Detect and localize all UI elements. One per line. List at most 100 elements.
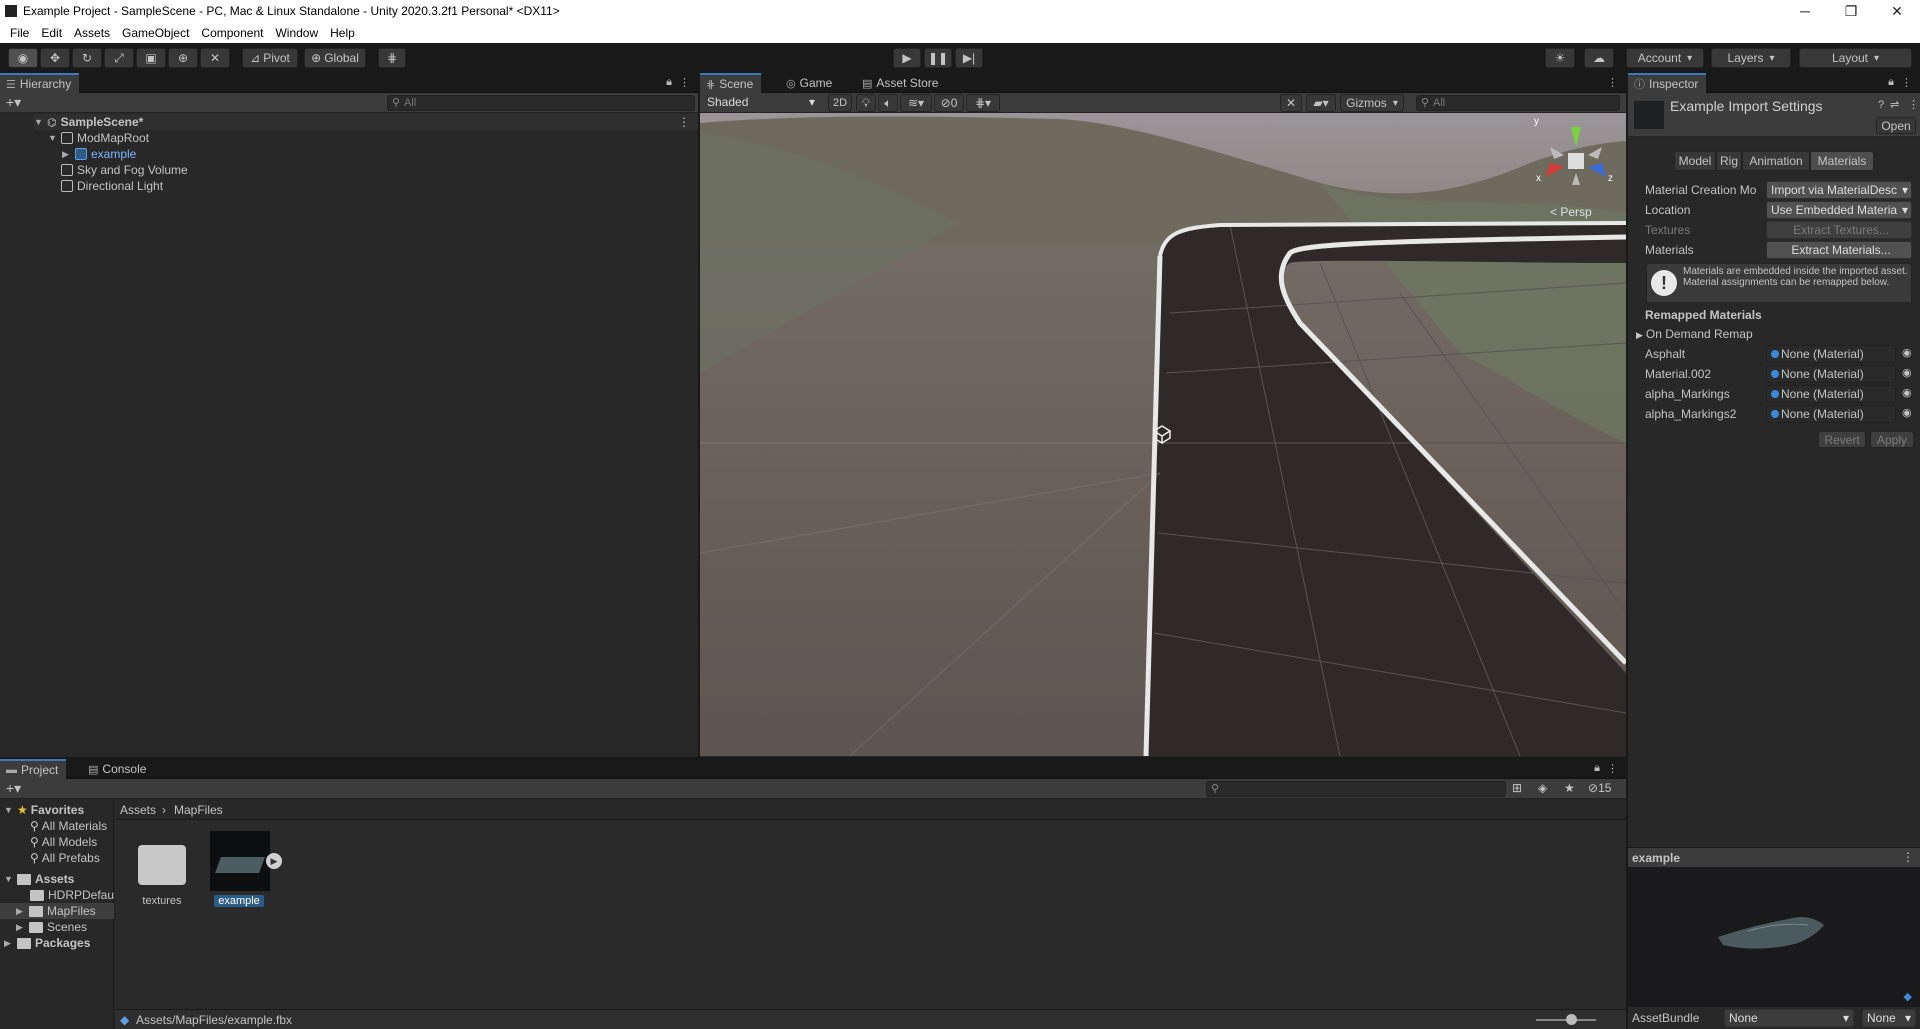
lock-icon[interactable]: 🔒︎ — [666, 76, 672, 89]
material-object-field[interactable]: None (Material) — [1766, 345, 1896, 363]
expand-arrow-icon[interactable]: ▼ — [48, 133, 58, 143]
services-button[interactable]: ☀ — [1545, 48, 1575, 68]
menu-help[interactable]: Help — [324, 26, 361, 40]
folder-item[interactable]: HDRPDefau — [30, 887, 114, 903]
menu-edit[interactable]: Edit — [35, 26, 68, 40]
breadcrumb-assets[interactable]: Assets — [120, 803, 156, 817]
material-object-field[interactable]: None (Material) — [1766, 385, 1896, 403]
menu-window[interactable]: Window — [269, 26, 324, 40]
tab-console[interactable]: ▤ Console — [82, 759, 154, 779]
kebab-menu-icon[interactable]: ⋮ — [1607, 76, 1618, 89]
filter-label-icon[interactable]: ◈ — [1538, 781, 1547, 795]
kebab-menu-icon[interactable]: ⋮ — [679, 76, 690, 89]
object-picker-icon[interactable]: ◉ — [1902, 346, 1912, 359]
material-object-field[interactable]: None (Material) — [1766, 405, 1896, 423]
hidden-objects-toggle[interactable]: ⊘ 0 — [934, 94, 964, 112]
tag-icon[interactable]: ◆ — [1904, 990, 1912, 1003]
rect-tool-button[interactable]: ▣ — [136, 48, 166, 68]
lock-icon[interactable]: 🔒︎ — [1594, 762, 1600, 775]
tab-inspector[interactable]: ⓘ Inspector — [1628, 73, 1707, 93]
open-button[interactable]: Open — [1876, 117, 1916, 134]
persp-label[interactable]: < Persp — [1550, 205, 1592, 219]
on-demand-remap-foldout[interactable]: ▶ On Demand Remap — [1636, 327, 1753, 341]
tab-animation[interactable]: Animation — [1742, 151, 1810, 171]
menu-file[interactable]: File — [4, 26, 35, 40]
assetbundle-variant-dropdown[interactable]: None ▾ — [1862, 1009, 1916, 1027]
location-dropdown[interactable]: Use Embedded Materia ▾ — [1766, 201, 1912, 219]
filter-type-icon[interactable]: ⊞ — [1512, 781, 1522, 795]
grid-snap-button[interactable]: ⋕ — [378, 48, 406, 68]
extract-textures-button[interactable]: Extract Textures... — [1766, 221, 1912, 239]
tab-game[interactable]: ◎ Game — [780, 73, 840, 93]
add-icon[interactable]: +▾ — [6, 780, 21, 797]
kebab-menu-icon[interactable]: ⋮ — [1901, 76, 1912, 89]
tab-project[interactable]: ▬ Project — [0, 759, 67, 779]
hierarchy-item-sky-fog[interactable]: Sky and Fog Volume — [61, 162, 188, 178]
add-icon[interactable]: +▾ — [6, 94, 21, 111]
assets-foldout[interactable]: ▼ Assets — [4, 871, 74, 887]
menu-assets[interactable]: Assets — [68, 26, 116, 40]
object-picker-icon[interactable]: ◉ — [1902, 386, 1912, 399]
menu-gameobject[interactable]: GameObject — [116, 26, 195, 40]
tab-model[interactable]: Model — [1674, 151, 1716, 171]
gizmos-dropdown[interactable]: Gizmos — [1340, 94, 1404, 112]
close-icon[interactable]: ✕ — [1874, 3, 1920, 20]
step-button[interactable]: ▶| — [955, 48, 983, 68]
revert-button[interactable]: Revert — [1818, 431, 1866, 448]
minimize-icon[interactable]: ─ — [1782, 3, 1828, 19]
tab-scene[interactable]: ⋕ Scene — [700, 73, 762, 93]
assetbundle-dropdown[interactable]: None ▾ — [1724, 1009, 1854, 1027]
effects-dropdown[interactable]: ≋▾ — [900, 94, 932, 112]
collapse-arrow-icon[interactable]: ▶ — [62, 149, 72, 160]
account-dropdown[interactable]: Account — [1626, 48, 1704, 68]
folder-item-selected[interactable]: ▶ MapFiles — [0, 903, 114, 919]
lock-icon[interactable]: 🔒︎ — [1888, 76, 1894, 89]
pause-button[interactable]: ❚❚ — [924, 48, 952, 68]
play-button[interactable]: ▶ — [893, 48, 921, 68]
hierarchy-item-modmaproot[interactable]: ▼ ModMapRoot — [48, 130, 149, 146]
kebab-menu-icon[interactable]: ⋮ — [1607, 762, 1618, 775]
global-toggle[interactable]: ⊕ Global — [304, 48, 366, 68]
model-preview[interactable]: ◆ — [1628, 867, 1920, 1007]
favorite-item[interactable]: ⚲ All Prefabs — [30, 850, 100, 866]
asset-item[interactable]: textures — [132, 841, 192, 913]
kebab-menu-icon[interactable]: ⋮ — [678, 115, 690, 129]
hidden-packages-toggle[interactable]: ⊘15 — [1588, 781, 1611, 795]
tab-asset-store[interactable]: ▤ Asset Store — [856, 73, 946, 93]
layers-dropdown[interactable]: Layers — [1711, 48, 1791, 68]
tab-rig[interactable]: Rig — [1716, 151, 1742, 171]
zoom-slider-handle[interactable] — [1566, 1014, 1577, 1025]
breadcrumb-mapfiles[interactable]: MapFiles — [174, 803, 223, 817]
layout-dropdown[interactable]: Layout — [1799, 48, 1912, 68]
camera-dropdown[interactable]: ▰▾ — [1306, 94, 1336, 112]
scene-viewport[interactable]: y x z < Persp — [700, 113, 1626, 756]
maximize-icon[interactable]: ❐ — [1828, 3, 1874, 20]
move-tool-button[interactable]: ✥ — [40, 48, 70, 68]
hierarchy-search-input[interactable]: All — [387, 95, 695, 111]
hierarchy-item-directional-light[interactable]: Directional Light — [61, 178, 163, 194]
pivot-toggle[interactable]: ⊿ Pivot — [242, 48, 298, 68]
help-icon[interactable]: ? — [1878, 99, 1884, 111]
favorite-star-icon[interactable]: ★ — [1564, 781, 1575, 795]
tab-materials[interactable]: Materials — [1810, 151, 1874, 171]
scale-tool-button[interactable]: ⤢ — [104, 48, 134, 68]
favorite-item[interactable]: ⚲ All Materials — [30, 818, 107, 834]
kebab-menu-icon[interactable]: ⋮ — [1902, 850, 1914, 864]
menu-component[interactable]: Component — [195, 26, 269, 40]
hierarchy-scene-row[interactable]: ▼ ⌬ SampleScene* ⋮ — [34, 114, 698, 130]
mode-2d-toggle[interactable]: 2D — [828, 94, 852, 112]
shading-mode-dropdown[interactable]: Shaded ▾ — [703, 94, 819, 112]
grid-dropdown[interactable]: ⋕▾ — [966, 94, 1000, 112]
apply-button[interactable]: Apply — [1870, 431, 1914, 448]
transform-tool-button[interactable]: ⊕ — [168, 48, 198, 68]
settings-icon[interactable]: ⇌ — [1890, 98, 1899, 111]
favorites-foldout[interactable]: ▼ ★ Favorites — [4, 802, 84, 818]
object-picker-icon[interactable]: ◉ — [1902, 406, 1912, 419]
material-object-field[interactable]: None (Material) — [1766, 365, 1896, 383]
tools-button[interactable]: ✕ — [1280, 94, 1302, 112]
custom-tool-button[interactable]: ✕ — [200, 48, 230, 68]
hierarchy-item-example[interactable]: ▶ example — [62, 146, 136, 162]
tab-hierarchy[interactable]: ☰ Hierarchy — [0, 73, 80, 93]
expand-arrow-icon[interactable]: ▼ — [34, 117, 44, 127]
rotate-tool-button[interactable]: ↻ — [72, 48, 102, 68]
